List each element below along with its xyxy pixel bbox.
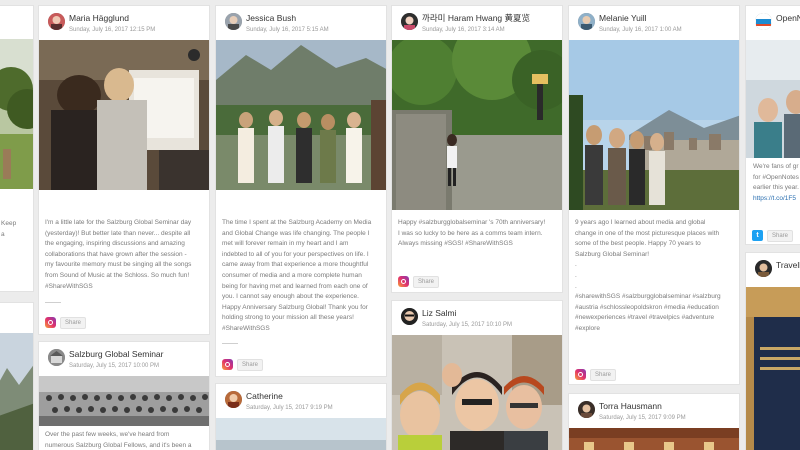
post-date: Saturday, July 15, 2017 10:00 PM [69,363,159,369]
author-name[interactable]: Maria Hägglund [69,13,201,24]
post-photo[interactable] [216,40,386,190]
post-text: The time I spent at the Salzburg Academy… [222,219,372,332]
instagram-icon[interactable] [45,317,56,328]
avatar[interactable] [755,13,772,30]
post-card[interactable]: Jessica Bush Sunday, July 16, 2017 5:15 … [215,5,387,377]
divider [222,343,238,344]
post-text: I'm a little late for the Salzburg Globa… [45,219,192,290]
post-photo[interactable] [216,418,386,450]
post-photo[interactable] [569,428,739,450]
post-photo[interactable] [39,376,209,426]
post-card-partial-left-2[interactable] [0,302,34,450]
share-button[interactable]: Share [767,229,794,242]
post-header: 까라미 Haram Hwang 黄夏览 Sunday, July 16, 201… [392,6,562,41]
share-button[interactable]: Share [590,368,617,381]
post-header: Catherine Saturday, July 15, 2017 9:19 P… [216,384,386,419]
post-card[interactable]: 까라미 Haram Hwang 黄夏览 Sunday, July 16, 201… [391,5,563,293]
post-text: We're fans of gr for #OpenNotes earlier … [753,163,799,202]
post-photo [0,39,33,189]
post-photo[interactable] [746,287,800,450]
post-date: Saturday, July 15, 2017 9:19 PM [246,405,333,411]
author-name[interactable]: Jessica Bush [246,13,378,24]
post-footer: Share [398,275,440,288]
post-card[interactable]: Maria Hägglund Sunday, July 16, 2017 12:… [38,5,210,335]
post-date: Sunday, July 16, 2017 12:15 PM [69,27,156,33]
post-card[interactable]: Liz Salmi Saturday, July 15, 2017 10:10 … [391,300,563,450]
post-header: Maria Hägglund Sunday, July 16, 2017 12:… [39,6,209,41]
author-name[interactable]: Torra Hausmann [599,401,731,412]
post-footer: Share [222,358,264,371]
post-card[interactable]: Melanie Yuill Sunday, July 16, 2017 1:00… [568,5,740,385]
author-name[interactable]: Travell [776,260,800,271]
social-wall: Keep a Maria Hägglund Sunday, July 16, 2… [0,0,800,450]
author-name[interactable]: Salzburg Global Seminar [69,349,201,360]
share-button[interactable]: Share [237,358,264,371]
divider [45,302,61,303]
post-text: Happy #salzburgglobalseminar 's 70th ann… [398,219,546,248]
author-name[interactable]: Catherine [246,391,378,402]
post-date: Sunday, July 16, 2017 5:15 AM [246,27,329,33]
post-card-partial-right[interactable]: OpenN We're fans of gr for #OpenNotes ea… [745,5,800,245]
post-photo[interactable] [39,40,209,190]
post-text: Over the past few weeks, we've heard fro… [45,431,192,449]
post-text: 9 years ago I learned about media and gl… [575,219,721,332]
avatar[interactable] [401,13,418,30]
instagram-icon[interactable] [222,359,233,370]
avatar[interactable] [401,308,418,325]
twitter-icon[interactable]: t [752,230,763,241]
post-header: Liz Salmi Saturday, July 15, 2017 10:10 … [392,301,562,336]
post-text: Keep a [1,220,17,238]
post-card[interactable]: Catherine Saturday, July 15, 2017 9:19 P… [215,383,387,450]
author-name[interactable]: Liz Salmi [422,308,554,319]
post-footer: t Share [752,229,794,242]
post-card-partial-right[interactable]: Travell [745,252,800,450]
author-name[interactable]: OpenN [776,13,800,24]
post-date: Sunday, July 16, 2017 3:14 AM [422,27,505,33]
post-card-partial-left[interactable]: Keep a [0,5,34,292]
avatar[interactable] [225,391,242,408]
post-date: Sunday, July 16, 2017 1:00 AM [599,27,682,33]
post-card[interactable]: Salzburg Global Seminar Saturday, July 1… [38,341,210,450]
author-name[interactable]: Melanie Yuill [599,13,731,24]
post-header: Torra Hausmann Saturday, July 15, 2017 9… [569,394,739,429]
avatar[interactable] [48,13,65,30]
post-photo[interactable] [392,335,562,450]
post-date: Saturday, July 15, 2017 10:10 PM [422,322,512,328]
avatar[interactable] [225,13,242,30]
share-button[interactable]: Share [413,275,440,288]
post-photo[interactable] [746,40,800,158]
instagram-icon[interactable] [575,369,586,380]
post-footer: Share [575,368,617,381]
post-photo [0,333,33,450]
avatar[interactable] [48,349,65,366]
instagram-icon[interactable] [398,276,409,287]
share-button[interactable]: Share [60,316,87,329]
post-photo[interactable] [569,40,739,210]
post-header: Melanie Yuill Sunday, July 16, 2017 1:00… [569,6,739,41]
author-name[interactable]: 까라미 Haram Hwang 黄夏览 [422,13,554,24]
avatar[interactable] [755,260,772,277]
post-photo[interactable] [392,40,562,210]
post-header: Salzburg Global Seminar Saturday, July 1… [39,342,209,377]
post-footer: Share [45,316,87,329]
post-header: OpenN [746,6,800,41]
avatar[interactable] [578,401,595,418]
post-header: Jessica Bush Sunday, July 16, 2017 5:15 … [216,6,386,41]
post-card[interactable]: Torra Hausmann Saturday, July 15, 2017 9… [568,393,740,450]
post-date: Saturday, July 15, 2017 9:09 PM [599,415,686,421]
avatar[interactable] [578,13,595,30]
post-header: Travell [746,253,800,288]
